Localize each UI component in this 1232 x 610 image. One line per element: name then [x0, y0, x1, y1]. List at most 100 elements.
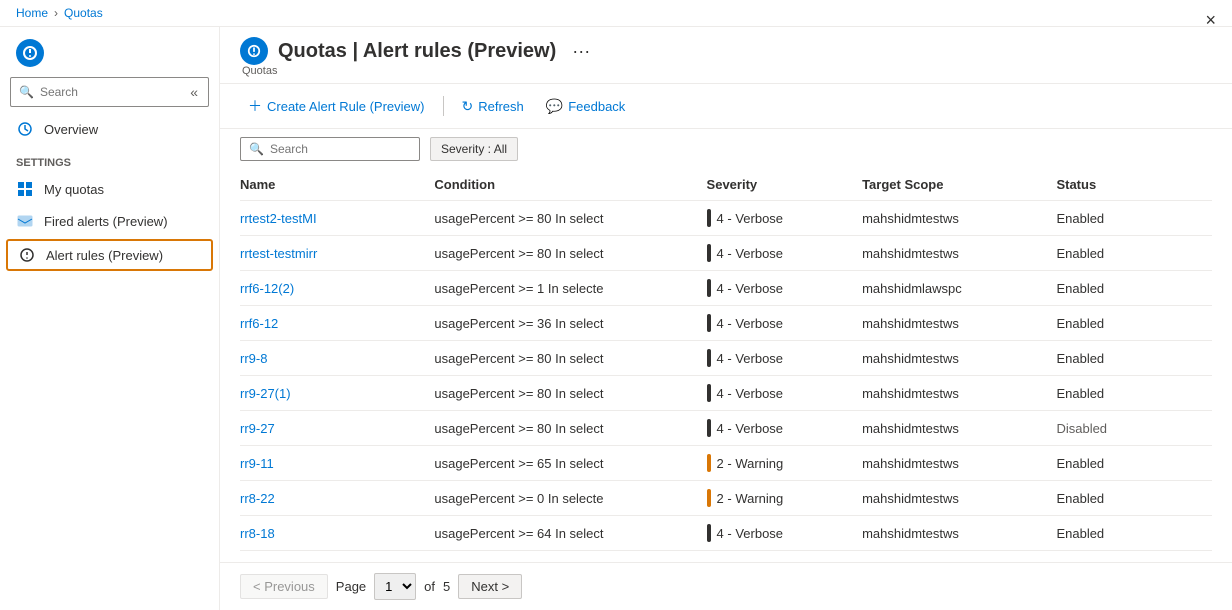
sidebar-item-alert-rules[interactable]: Alert rules (Preview) [6, 239, 213, 271]
status-cell: Enabled [1056, 341, 1212, 376]
alert-rule-link[interactable]: rr9-27 [240, 421, 275, 436]
quotas-icon [16, 39, 44, 67]
toolbar-divider [443, 96, 444, 116]
filter-bar: 🔍 Severity : All [220, 129, 1232, 169]
status-cell: Enabled [1056, 306, 1212, 341]
severity-text: 4 - Verbose [717, 246, 784, 261]
table-row: rr8-22 usagePercent >= 0 In selecte 2 - Wa… [240, 481, 1212, 516]
target-scope-cell: mahshidmtestws [862, 411, 1056, 446]
col-target-scope: Target Scope [862, 169, 1056, 201]
plus-icon: ＋ [248, 96, 262, 116]
target-scope-cell: mahshidmlawspc [862, 271, 1056, 306]
alert-rule-link[interactable]: rrf6-12(2) [240, 281, 294, 296]
severity-text: 4 - Verbose [717, 421, 784, 436]
alert-rule-link[interactable]: rr9-8 [240, 351, 267, 366]
status-cell: Enabled [1056, 201, 1212, 236]
close-button[interactable]: × [1205, 10, 1216, 31]
target-scope-cell: mahshidmtestws [862, 481, 1056, 516]
main-panel: Quotas | Alert rules (Preview) ··· Quota… [220, 27, 1232, 610]
target-scope-cell: mahshidmtestws [862, 201, 1056, 236]
severity-cell: 4 - Verbose [707, 271, 863, 306]
refresh-icon: ↻ [462, 98, 474, 115]
condition-cell: usagePercent >= 80 In select [434, 376, 706, 411]
severity-text: 4 - Verbose [717, 316, 784, 331]
page-select[interactable]: 1 2 3 4 5 [374, 573, 416, 600]
my-quotas-icon [16, 180, 34, 198]
sidebar-item-my-quotas[interactable]: My quotas [0, 173, 219, 205]
alert-rule-link[interactable]: rrf6-12 [240, 316, 278, 331]
severity-cell: 4 - Verbose [707, 236, 863, 271]
refresh-button[interactable]: ↻ Refresh [454, 94, 532, 119]
filter-search-input[interactable] [270, 142, 411, 156]
prev-page-button[interactable]: < Previous [240, 574, 328, 599]
page-subtitle: Quotas [240, 65, 1212, 77]
table-container: Name Condition Severity Target Scope Sta… [220, 169, 1232, 562]
fired-alerts-label: Fired alerts (Preview) [44, 214, 168, 229]
breadcrumb-quotas[interactable]: Quotas [64, 6, 103, 20]
severity-text: 4 - Verbose [717, 526, 784, 541]
severity-filter-button[interactable]: Severity : All [430, 137, 518, 161]
table-row: rr9-11 usagePercent >= 65 In select2 - Wa… [240, 446, 1212, 481]
severity-text: 2 - Warning [717, 491, 784, 506]
severity-text: 4 - Verbose [717, 281, 784, 296]
alert-rule-link[interactable]: rrtest-testmirr [240, 246, 317, 261]
severity-text: 4 - Verbose [717, 351, 784, 366]
severity-cell: 4 - Verbose [707, 201, 863, 236]
page-title: Quotas | Alert rules (Preview) [278, 40, 556, 63]
filter-search-icon: 🔍 [249, 142, 264, 156]
severity-cell: 4 - Verbose [707, 341, 863, 376]
overview-icon [16, 120, 34, 138]
condition-cell: usagePercent >= 65 In select [434, 446, 706, 481]
col-status: Status [1056, 169, 1212, 201]
status-cell: Enabled [1056, 516, 1212, 551]
target-scope-cell: mahshidmtestws [862, 516, 1056, 551]
filter-search-container: 🔍 [240, 137, 420, 161]
status-cell: Enabled [1056, 236, 1212, 271]
col-condition: Condition [434, 169, 706, 201]
alert-rules-label: Alert rules (Preview) [46, 248, 163, 263]
table-row: rr9-27(1)usagePercent >= 80 In select4 -… [240, 376, 1212, 411]
sidebar-collapse-button[interactable]: « [188, 82, 200, 102]
total-pages: 5 [443, 579, 450, 594]
sidebar-item-fired-alerts[interactable]: Fired alerts (Preview) [0, 205, 219, 237]
feedback-button[interactable]: 💬 Feedback [538, 94, 634, 119]
severity-cell: 4 - Verbose [707, 306, 863, 341]
target-scope-cell: mahshidmtestws [862, 376, 1056, 411]
sidebar-search-input[interactable] [40, 85, 182, 99]
severity-cell: 2 - Warning [707, 481, 863, 516]
table-row: rrf6-12usagePercent >= 36 In select4 - V… [240, 306, 1212, 341]
breadcrumb-home[interactable]: Home [16, 6, 48, 20]
table-row: rrtest-testmirrusagePercent >= 80 In sel… [240, 236, 1212, 271]
page-header: Quotas | Alert rules (Preview) ··· Quota… [220, 27, 1232, 84]
sidebar-search-container: 🔍 « [10, 77, 209, 107]
feedback-icon: 💬 [546, 98, 563, 115]
sidebar-overview[interactable]: Overview [0, 113, 219, 145]
alert-rule-link[interactable]: rr9-11 [240, 456, 274, 471]
status-cell: Enabled [1056, 271, 1212, 306]
condition-cell: usagePercent >= 0 In selecte [434, 481, 706, 516]
alert-rule-link[interactable]: rr8-18 [240, 526, 275, 541]
more-options-button[interactable]: ··· [566, 39, 596, 64]
fired-alerts-icon [16, 212, 34, 230]
my-quotas-label: My quotas [44, 182, 104, 197]
status-cell: Enabled [1056, 481, 1212, 516]
feedback-label: Feedback [568, 99, 625, 114]
status-cell: Enabled [1056, 376, 1212, 411]
create-alert-rule-button[interactable]: ＋ Create Alert Rule (Preview) [240, 92, 433, 120]
col-name: Name [240, 169, 434, 201]
alert-rule-link[interactable]: rr9-27(1) [240, 386, 291, 401]
settings-section-label: Settings [0, 145, 219, 173]
alert-rules-icon [18, 246, 36, 264]
pagination: < Previous Page 1 2 3 4 5 of 5 Next > [220, 562, 1232, 610]
condition-cell: usagePercent >= 64 In select [434, 516, 706, 551]
page-label: Page [336, 579, 366, 594]
alert-rule-link[interactable]: rr8-22 [240, 491, 275, 506]
alert-rules-table: Name Condition Severity Target Scope Sta… [240, 169, 1212, 551]
table-row: rrf6-12(2)usagePercent >= 1 In selecte4 … [240, 271, 1212, 306]
severity-cell: 2 - Warning [707, 446, 863, 481]
status-cell: Enabled [1056, 446, 1212, 481]
next-page-button[interactable]: Next > [458, 574, 522, 599]
refresh-label: Refresh [478, 99, 524, 114]
alert-rule-link[interactable]: rrtest2-testMI [240, 211, 317, 226]
status-cell: Disabled [1056, 411, 1212, 446]
